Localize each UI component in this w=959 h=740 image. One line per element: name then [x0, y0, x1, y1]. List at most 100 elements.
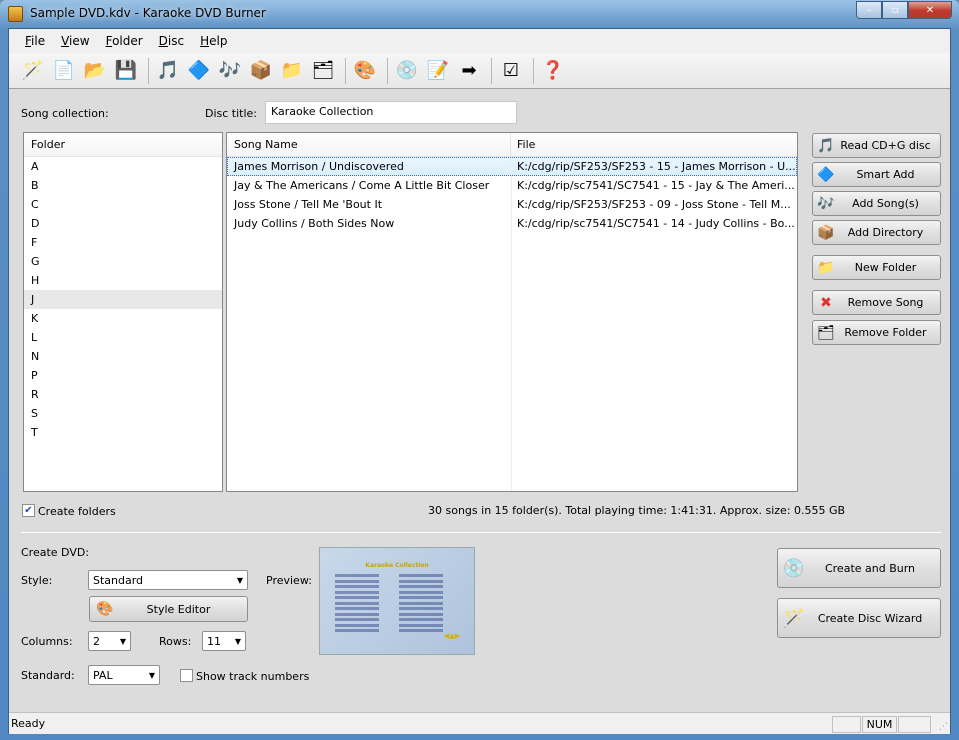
standard-label: Standard: — [21, 669, 75, 682]
close-button[interactable]: ✕ — [908, 1, 952, 19]
remove-song-button[interactable]: ✖ Remove Song — [812, 290, 941, 315]
create-folders-checkbox[interactable]: ✔ — [22, 504, 35, 517]
menu-file[interactable]: File — [25, 34, 45, 48]
menu-view[interactable]: View — [61, 34, 89, 48]
smart-add-button[interactable]: 🔷 Smart Add — [812, 162, 941, 187]
disc-title-label: Disc title: — [205, 107, 258, 120]
open-tool-button[interactable]: 📂 — [81, 57, 109, 85]
new-folder-button[interactable]: 📁 New Folder — [812, 255, 941, 280]
toolbar-separator — [387, 57, 388, 84]
save-tool-button[interactable]: 💾 — [112, 57, 140, 85]
minimize-button[interactable]: – — [856, 1, 882, 19]
smart-add-tool-button[interactable]: 🔷 — [185, 57, 213, 85]
song-row[interactable]: Judy Collins / Both Sides Now K:/cdg/rip/… — [227, 214, 797, 233]
file-column-header[interactable]: File — [511, 138, 535, 151]
add-directory-tool-button[interactable]: 📦 — [247, 57, 275, 85]
maximize-button[interactable]: ▫ — [882, 1, 908, 19]
add-directory-button[interactable]: 📦 Add Directory — [812, 220, 941, 245]
folder-list[interactable]: Folder ABCDFGHJKLNPRST — [23, 132, 223, 492]
resize-grip[interactable]: ⋰ — [939, 722, 948, 732]
add-directory-icon: 📦 — [817, 224, 835, 241]
rows-value: 11 — [207, 634, 221, 648]
remove-folder-button[interactable]: 🗂 Remove Folder — [812, 320, 941, 345]
menu-disc[interactable]: Disc — [159, 34, 184, 48]
folder-item[interactable]: B — [24, 176, 222, 195]
folder-item[interactable]: N — [24, 347, 222, 366]
folder-item[interactable]: D — [24, 214, 222, 233]
song-list[interactable]: Song Name File James Morrison / Undiscov… — [226, 132, 798, 492]
create-dvd-label: Create DVD: — [21, 546, 90, 559]
preview-song-line — [399, 585, 443, 588]
add-song-icon: 🎶 — [218, 60, 242, 81]
create-disc-wizard-button[interactable]: 🪄 Create Disc Wizard — [777, 598, 941, 638]
read-cd-g-disc-button[interactable]: 🎵 Read CD+G disc — [812, 133, 941, 158]
folder-item[interactable]: P — [24, 366, 222, 385]
style-editor-tool-button[interactable]: 🎨 — [351, 57, 379, 85]
folder-item[interactable]: K — [24, 309, 222, 328]
style-editor-icon: 🎨 — [353, 60, 377, 81]
edit-disc-tool-button[interactable]: 📝 — [424, 57, 452, 85]
standard-select[interactable]: PAL ▼ — [88, 665, 160, 685]
folder-item[interactable]: A — [24, 157, 222, 176]
folder-item[interactable]: J — [24, 290, 222, 309]
song-collection-label: Song collection: — [21, 107, 109, 120]
client-area: File View Folder Disc Help 🪄 📄 📂 💾 🎵 🔷 🎶 📦 📁 🗂 🎨 💿 📝… — [8, 28, 951, 734]
show-track-numbers-checkbox[interactable] — [180, 669, 193, 682]
next-tool-button[interactable]: ➡ — [455, 57, 483, 85]
rows-label: Rows: — [159, 635, 192, 648]
help-tool-button[interactable]: ❓ — [539, 57, 567, 85]
title-bar[interactable]: Sample DVD.kdv - Karaoke DVD Burner – ▫ … — [0, 0, 959, 28]
columns-label: Columns: — [21, 635, 73, 648]
style-editor-button[interactable]: 🎨 Style Editor — [89, 596, 248, 622]
rows-select[interactable]: 11 ▼ — [202, 631, 246, 651]
menu-preview: Karaoke Collection ◀▲▶ — [319, 547, 475, 655]
folder-item[interactable]: G — [24, 252, 222, 271]
burn-tool-button[interactable]: 💿 — [393, 57, 421, 85]
menu-folder[interactable]: Folder — [106, 34, 143, 48]
song-row[interactable]: Joss Stone / Tell Me 'Bout It K:/cdg/rip/… — [227, 195, 797, 214]
button-label: Remove Song — [847, 296, 924, 309]
chevron-down-icon: ▼ — [119, 636, 126, 646]
style-label: Style: — [21, 574, 53, 587]
preview-song-line — [399, 618, 443, 621]
columns-select[interactable]: 2 ▼ — [88, 631, 131, 651]
folder-column-header[interactable]: Folder — [24, 133, 222, 157]
checklist-tool-button[interactable]: ☑ — [497, 57, 525, 85]
song-name-column-header[interactable]: Song Name — [227, 133, 511, 156]
disc-title-input[interactable]: Karaoke Collection — [265, 101, 517, 124]
preview-song-line — [399, 574, 443, 577]
wizard-icon: 🪄 — [782, 607, 806, 629]
style-select[interactable]: Standard ▼ — [88, 570, 248, 590]
folder-item[interactable]: T — [24, 423, 222, 442]
preview-song-line — [335, 585, 379, 588]
folder-item[interactable]: F — [24, 233, 222, 252]
wizard-tool-button[interactable]: 🪄 — [19, 57, 47, 85]
folder-item[interactable]: R — [24, 385, 222, 404]
help-icon: ❓ — [541, 60, 565, 81]
new-tool-button[interactable]: 📄 — [50, 57, 78, 85]
folder-item[interactable]: L — [24, 328, 222, 347]
menu-help[interactable]: Help — [200, 34, 227, 48]
folder-item[interactable]: C — [24, 195, 222, 214]
folder-item[interactable]: S — [24, 404, 222, 423]
folder-item[interactable]: H — [24, 271, 222, 290]
app-icon — [8, 6, 23, 22]
create-and-burn-button[interactable]: 💿 Create and Burn — [777, 548, 941, 588]
add-song-tool-button[interactable]: 🎶 — [216, 57, 244, 85]
style-value: Standard — [93, 573, 144, 587]
disc-burn-icon: 💿 — [782, 557, 806, 579]
read-cdg-icon: 🎵 — [817, 137, 835, 154]
create-disc-wizard-label: Create Disc Wizard — [817, 611, 923, 625]
chevron-down-icon: ▼ — [148, 670, 155, 680]
read-cdg-tool-button[interactable]: 🎵 — [154, 57, 182, 85]
column-divider — [511, 157, 512, 491]
song-row[interactable]: Jay & The Americans / Come A Little Bit … — [227, 176, 797, 195]
button-label: Add Directory — [847, 226, 924, 239]
divider — [21, 532, 941, 533]
remove-folder-tool-button[interactable]: 🗂 — [309, 57, 337, 85]
style-editor-label: Style Editor — [146, 602, 211, 616]
add-song-s-button[interactable]: 🎶 Add Song(s) — [812, 191, 941, 216]
new-folder-tool-button[interactable]: 📁 — [278, 57, 306, 85]
song-row[interactable]: James Morrison / Undiscovered K:/cdg/rip/… — [227, 157, 797, 176]
preview-song-line — [335, 579, 379, 583]
